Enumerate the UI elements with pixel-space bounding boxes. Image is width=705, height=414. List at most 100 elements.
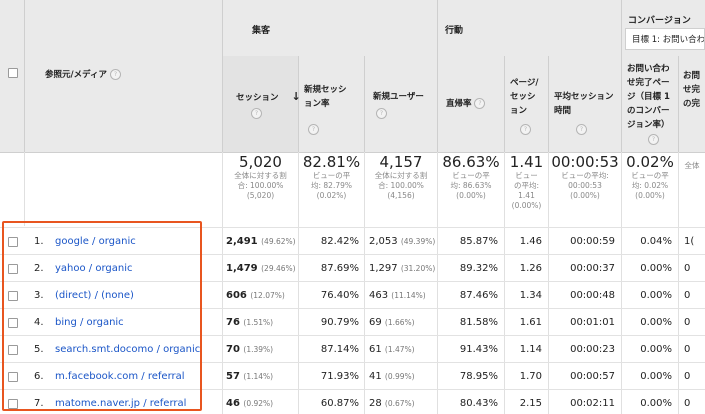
source-medium-link[interactable]: google / organic (55, 228, 136, 255)
pages-per-session-cell: 1.26 (519, 263, 542, 274)
sessions-cell: 1,479 (29.46%) (226, 263, 296, 274)
total-bounce-rate: 86.63% ビューの平 均: 86.63% (0.00%) (442, 153, 500, 200)
col-new-users-label: 新規ユーザー (373, 92, 424, 102)
row-checkbox[interactable] (8, 372, 18, 382)
goal-completions-cell: 0 (684, 344, 691, 355)
sessions-cell: 46 (0.92%) (226, 398, 274, 409)
bounce-rate-cell: 81.58% (459, 317, 498, 328)
avg-duration-cell: 00:00:37 (570, 263, 615, 274)
table-row[interactable]: 3. (direct) / (none) 606 (12.07%) 76.40% 463… (0, 281, 705, 309)
row-checkbox[interactable] (8, 291, 18, 301)
new-users-cell: 41 (0.99%) (369, 371, 415, 382)
bounce-rate-cell: 89.32% (459, 263, 498, 274)
col-goal1-rate-label: お問い合わ せ完了ペー ジ（目標 1 のコンバー ジョン率） (627, 64, 670, 130)
pages-per-session-cell: 2.15 (519, 398, 542, 409)
group-acquisition-title: 集客 (252, 26, 271, 36)
source-medium-link[interactable]: (direct) / (none) (55, 282, 134, 309)
sessions-cell: 76 (1.51%) (226, 317, 274, 328)
new-session-rate-cell: 76.40% (320, 290, 359, 301)
help-icon[interactable]: ? (576, 124, 587, 135)
goal-completions-cell: 0 (684, 371, 691, 382)
group-behavior-title: 行動 (445, 26, 464, 36)
total-pages-per-session: 1.41 ビュー の平均: 1.41 (0.00%) (509, 153, 544, 210)
bounce-rate-cell: 87.46% (459, 290, 498, 301)
help-icon[interactable]: ? (109, 69, 121, 80)
total-goal1-completions: 全体 (684, 161, 700, 170)
avg-duration-cell: 00:00:48 (570, 290, 615, 301)
help-icon[interactable]: ? (376, 108, 387, 119)
source-medium-link[interactable]: search.smt.docomo / organic (55, 336, 200, 363)
analytics-table: 参照元/メディア ? 集客 行動 コンバージョン 目標 1: お問い合わ セッシ… (0, 0, 705, 414)
col-sessions-label: セッション ↓ (236, 90, 301, 103)
row-index: 3. (34, 290, 44, 301)
sort-desc-icon[interactable]: ↓ (291, 90, 300, 103)
new-users-cell: 28 (0.67%) (369, 398, 415, 409)
sessions-cell: 606 (12.07%) (226, 290, 285, 301)
total-new-users: 4,157 全体に対する割 合: 100.00% (4,156) (374, 153, 428, 200)
col-new-session-rate-label: 新規セッシ ョン率 (304, 85, 347, 109)
col-new-users[interactable] (364, 56, 438, 153)
help-icon[interactable]: ? (474, 98, 486, 109)
goal-rate-cell: 0.00% (640, 317, 672, 328)
row-checkbox[interactable] (8, 399, 18, 409)
avg-duration-cell: 00:02:11 (570, 398, 615, 409)
table-row[interactable]: 4. bing / organic 76 (1.51%) 90.79% 69 (1.66… (0, 308, 705, 336)
new-session-rate-cell: 87.14% (320, 344, 359, 355)
row-index: 6. (34, 371, 44, 382)
row-checkbox[interactable] (8, 237, 18, 247)
table-row[interactable]: 1. google / organic 2,491 (49.62%) 82.42% 2,… (0, 227, 705, 255)
avg-duration-cell: 00:00:59 (570, 236, 615, 247)
source-medium-link[interactable]: bing / organic (55, 309, 124, 336)
row-checkbox[interactable] (8, 264, 18, 274)
select-all-checkbox[interactable] (8, 68, 18, 78)
pages-per-session-cell: 1.34 (519, 290, 542, 301)
new-users-cell: 463 (11.14%) (369, 290, 426, 301)
pages-per-session-cell: 1.46 (519, 236, 542, 247)
row-checkbox[interactable] (8, 345, 18, 355)
table-row[interactable]: 6. m.facebook.com / referral 57 (1.14%) 71.… (0, 362, 705, 390)
help-icon[interactable]: ? (648, 134, 659, 145)
new-users-cell: 2,053 (49.39%) (369, 236, 436, 247)
table-row[interactable]: 2. yahoo / organic 1,479 (29.46%) 87.69% 1,2… (0, 254, 705, 282)
goal-rate-cell: 0.00% (640, 344, 672, 355)
goal-completions-cell: 0 (684, 317, 691, 328)
help-icon[interactable]: ? (251, 108, 262, 119)
bounce-rate-cell: 80.43% (459, 398, 498, 409)
goal-select-value: 目標 1: お問い合わ (632, 35, 705, 45)
pages-per-session-cell: 1.70 (519, 371, 542, 382)
bounce-rate-cell: 91.43% (459, 344, 498, 355)
source-medium-link[interactable]: yahoo / organic (55, 255, 133, 282)
goal-rate-cell: 0.00% (640, 398, 672, 409)
pages-per-session-cell: 1.61 (519, 317, 542, 328)
total-avg-session-duration: 00:00:53 ビューの平均: 00:00:53 (0.00%) (551, 153, 619, 200)
sessions-cell: 57 (1.14%) (226, 371, 274, 382)
goal-select[interactable]: 目標 1: お問い合わ (625, 28, 705, 50)
new-session-rate-cell: 71.93% (320, 371, 359, 382)
table-row[interactable]: 5. search.smt.docomo / organic 70 (1.39%) 8… (0, 335, 705, 363)
sessions-cell: 70 (1.39%) (226, 344, 274, 355)
pages-per-session-cell: 1.14 (519, 344, 542, 355)
bounce-rate-cell: 78.95% (459, 371, 498, 382)
col-source-medium[interactable]: 参照元/メディア ? (45, 68, 121, 82)
help-icon[interactable]: ? (308, 124, 319, 135)
row-index: 4. (34, 317, 44, 328)
avg-duration-cell: 00:00:23 (570, 344, 615, 355)
new-users-cell: 61 (1.47%) (369, 344, 415, 355)
goal-completions-cell: 0 (684, 263, 691, 274)
row-index: 7. (34, 398, 44, 409)
new-users-cell: 1,297 (31.20%) (369, 263, 436, 274)
goal-rate-cell: 0.00% (640, 290, 672, 301)
source-medium-link[interactable]: m.facebook.com / referral (55, 363, 185, 390)
col-goal1-completions-label: お問 せ完 の完 (683, 71, 701, 109)
row-checkbox[interactable] (8, 318, 18, 328)
source-medium-link[interactable]: matome.naver.jp / referral (55, 390, 186, 414)
col-bounce-rate-label: 直帰率 ? (446, 97, 486, 111)
sessions-cell: 2,491 (49.62%) (226, 236, 296, 247)
row-index: 5. (34, 344, 44, 355)
table-row[interactable]: 7. matome.naver.jp / referral 46 (0.92%) 60… (0, 389, 705, 414)
new-session-rate-cell: 87.69% (320, 263, 359, 274)
new-session-rate-cell: 60.87% (320, 398, 359, 409)
new-session-rate-cell: 90.79% (320, 317, 359, 328)
col-pages-per-session-label: ページ/セッシ ョン (510, 78, 539, 116)
help-icon[interactable]: ? (520, 124, 531, 135)
